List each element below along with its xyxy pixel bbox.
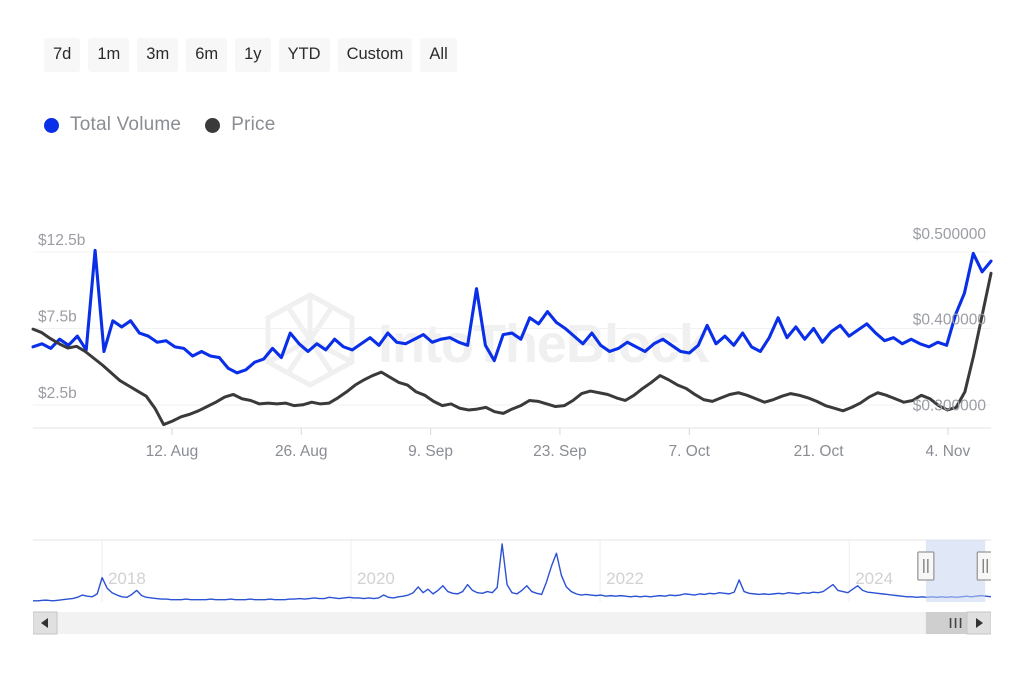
legend-color-dot [205, 118, 220, 133]
scrollbar-track[interactable] [33, 612, 991, 634]
navigator-year-label: 2022 [606, 569, 644, 588]
navigator-year-label: 2018 [108, 569, 146, 588]
legend-label: Total Volume [70, 114, 181, 136]
nav-handle-left-icon[interactable] [918, 552, 934, 580]
series-lines [33, 250, 991, 424]
right-axis-tick-label: $0.500000 [913, 226, 987, 243]
range-7d[interactable]: 7d [44, 38, 80, 72]
range-ytd[interactable]: YTD [279, 38, 330, 72]
navigator-year-label: 2024 [855, 569, 893, 588]
legend-label: Price [231, 114, 275, 136]
left-axis-tick-label: $7.5b [38, 308, 77, 325]
x-axis-tick-label: 26. Aug [275, 443, 328, 460]
x-axis-tick-label: 9. Sep [408, 443, 453, 460]
series-line-total-volume [33, 250, 991, 373]
legend-color-dot [44, 118, 59, 133]
range-6m[interactable]: 6m [186, 38, 227, 72]
scroll-right-arrow-icon[interactable] [967, 612, 991, 634]
left-axis-tick-label: $2.5b [38, 385, 77, 402]
x-axis-tick-label: 12. Aug [146, 443, 199, 460]
navigator-selected-range[interactable] [926, 540, 985, 602]
scrollbar-svg [33, 610, 991, 636]
range-custom[interactable]: Custom [338, 38, 413, 72]
watermark-text: IntoTheBlock [378, 314, 710, 374]
right-axis-tick-label: $0.400000 [913, 312, 987, 329]
main-chart-svg: IntoTheBlock $12.5b$7.5b$2.5b $0.500000$… [0, 190, 1024, 500]
navigator-svg: 2018 2020 2022 2024 [33, 532, 991, 610]
nav-handle-right-icon[interactable] [977, 552, 991, 580]
x-axis-tick-label: 23. Sep [533, 443, 586, 460]
navigator-series-line [33, 544, 991, 601]
navigator-year-label: 2020 [357, 569, 395, 588]
right-axis-labels: $0.500000 $0.400000 $0.300000 [913, 226, 987, 415]
chart-navigator[interactable]: 2018 2020 2022 2024 [33, 532, 991, 610]
scroll-left-arrow-icon[interactable] [33, 612, 57, 634]
navigator-year-labels: 2018 2020 2022 2024 [108, 569, 893, 588]
gridlines [33, 252, 991, 428]
chart-legend: Total Volume Price [44, 114, 275, 136]
left-axis-tick-label: $12.5b [38, 232, 85, 249]
legend-item-price[interactable]: Price [205, 114, 275, 136]
left-axis-labels: $12.5b $7.5b $2.5b [38, 232, 85, 402]
series-line-price [33, 273, 991, 424]
chart-scrollbar[interactable] [33, 610, 991, 636]
range-all[interactable]: All [420, 38, 456, 72]
x-axis-tick-label: 4. Nov [925, 443, 970, 460]
right-axis-tick-label: $0.300000 [913, 398, 987, 415]
chart-widget: 7d1m3m6m1y YTDCustomAll Total Volume Price… [0, 0, 1024, 683]
range-1y[interactable]: 1y [235, 38, 270, 72]
x-axis-labels: 12. Aug 26. Aug 9. Sep 23. Sep 7. Oct 21. Oct… [146, 428, 971, 460]
legend-item-total-volume[interactable]: Total Volume [44, 114, 181, 136]
time-range-selector: 7d1m3m6m1y YTDCustomAll [44, 38, 457, 72]
x-axis-tick-label: 7. Oct [669, 443, 711, 460]
x-axis-tick-label: 21. Oct [794, 443, 845, 460]
range-1m[interactable]: 1m [88, 38, 129, 72]
main-chart[interactable]: IntoTheBlock $12.5b$7.5b$2.5b $0.500000$… [0, 190, 1024, 500]
navigator-line [33, 544, 991, 601]
range-3m[interactable]: 3m [137, 38, 178, 72]
cube-logo-icon [268, 295, 352, 385]
navigator-selection[interactable] [926, 540, 985, 602]
